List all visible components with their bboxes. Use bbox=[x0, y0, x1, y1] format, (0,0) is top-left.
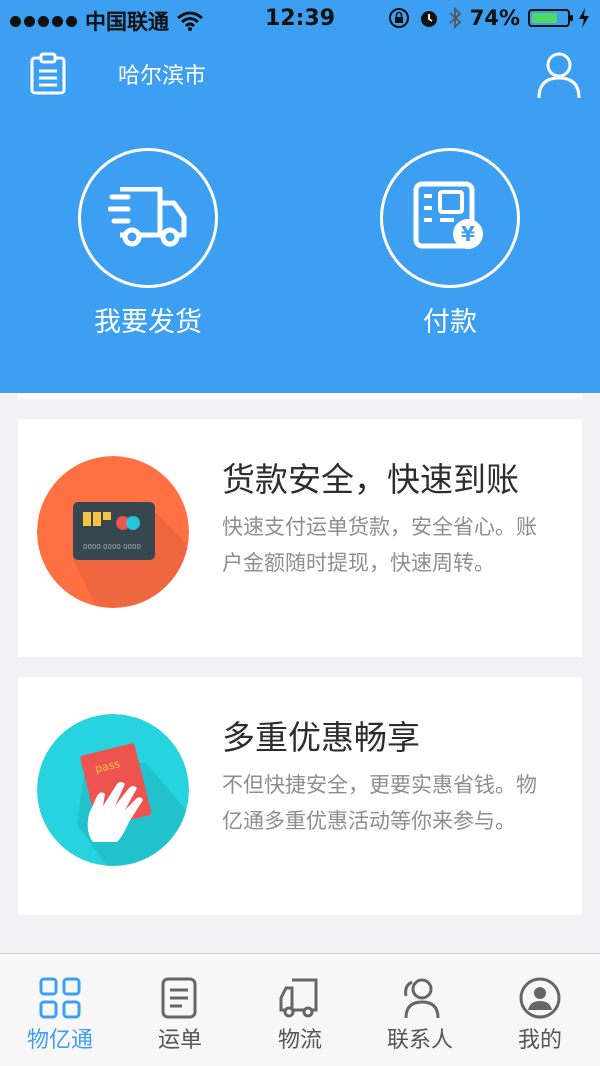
tab-label: 物亿通 bbox=[26, 1028, 93, 1053]
card-title: 多重优惠畅享 bbox=[222, 718, 420, 757]
svg-text:¥: ¥ bbox=[461, 222, 475, 246]
ship-goods-label: 我要发货 bbox=[94, 307, 202, 338]
tab-label: 物流 bbox=[277, 1028, 322, 1053]
city-selector[interactable]: 哈尔滨市 bbox=[118, 58, 206, 90]
tab-label: 我的 bbox=[517, 1028, 562, 1053]
divider-strip bbox=[18, 393, 582, 399]
tab-label: 联系人 bbox=[386, 1028, 453, 1053]
waybill-icon bbox=[161, 977, 197, 1019]
profile-icon bbox=[519, 977, 561, 1019]
status-bar: 中国联通 12:39 74% bbox=[0, 0, 600, 40]
payment-label: 付款 bbox=[423, 307, 477, 338]
top-bar: 哈尔滨市 bbox=[0, 40, 600, 110]
feature-card-security: 0000 0000 0000 货款安全，快速到账 快速支付运单货款，安全省心。账… bbox=[18, 419, 582, 657]
truck-icon bbox=[108, 187, 187, 247]
pay-circle: ¥ bbox=[380, 148, 520, 288]
user-button[interactable] bbox=[536, 50, 582, 100]
status-right: 74% bbox=[388, 6, 590, 30]
card-title: 货款安全，快速到账 bbox=[222, 460, 519, 499]
contacts-icon bbox=[404, 978, 440, 1019]
feature-card-discount: pass 多重优惠畅享 不但快捷安全，更要实惠省钱。物亿通多重优惠活动等你来参与… bbox=[18, 677, 582, 915]
tab-logistics[interactable]: 物流 bbox=[240, 954, 360, 1066]
card-description: 快速支付运单货款，安全省心。账户金额随时提现，快速周转。 bbox=[222, 515, 537, 575]
battery-icon bbox=[528, 9, 573, 27]
ship-goods-button[interactable]: 我要发货 bbox=[78, 148, 218, 339]
tab-label: 运单 bbox=[157, 1028, 202, 1053]
rotation-lock-icon bbox=[388, 8, 409, 28]
tab-bar: 物亿通 运单 物流 联系人 我的 bbox=[0, 953, 600, 1066]
orders-list-icon bbox=[30, 52, 66, 95]
card-illustration: pass bbox=[37, 714, 189, 866]
card-illustration: 0000 0000 0000 bbox=[37, 456, 189, 608]
grid-icon bbox=[39, 977, 81, 1019]
bill-yuan-icon: ¥ bbox=[413, 181, 483, 249]
orders-button[interactable] bbox=[28, 52, 68, 96]
header: 中国联通 12:39 74% 哈尔滨市 我要发货 ¥ 付款 bbox=[0, 0, 600, 393]
bank-card-icon: 0000 0000 0000 bbox=[37, 456, 189, 608]
user-icon bbox=[537, 52, 581, 99]
bluetooth-icon bbox=[449, 7, 462, 29]
payment-button[interactable]: ¥ 付款 bbox=[380, 148, 520, 339]
battery-percent: 74% bbox=[469, 6, 520, 30]
alarm-icon bbox=[420, 11, 437, 27]
tab-waybill[interactable]: 运单 bbox=[120, 954, 240, 1066]
svg-text:0000 0000 0000: 0000 0000 0000 bbox=[83, 543, 141, 551]
card-description: 不但快捷安全，更要实惠省钱。物亿通多重优惠活动等你来参与。 bbox=[222, 773, 537, 833]
charging-icon bbox=[579, 8, 589, 28]
ship-circle bbox=[78, 148, 218, 288]
hand-pass-icon: pass bbox=[37, 714, 189, 866]
tab-mine[interactable]: 我的 bbox=[480, 954, 600, 1066]
tab-wuyitong[interactable]: 物亿通 bbox=[0, 954, 120, 1066]
tab-contacts[interactable]: 联系人 bbox=[360, 954, 480, 1066]
logistics-truck-icon bbox=[279, 978, 318, 1018]
